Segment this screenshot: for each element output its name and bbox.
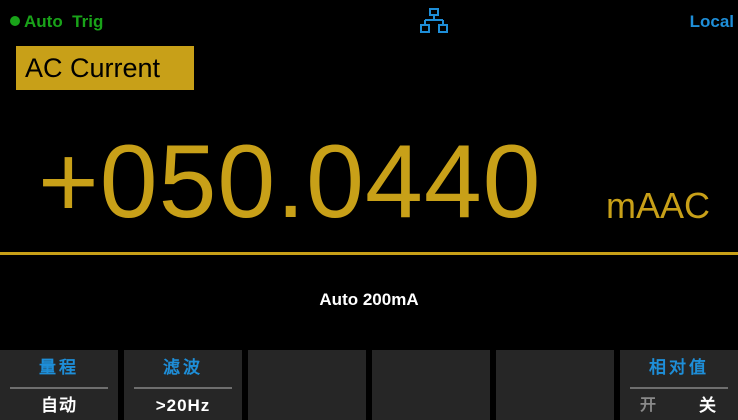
network-icon	[420, 8, 448, 33]
softkey-divider	[134, 387, 232, 389]
divider-line	[0, 252, 738, 255]
relative-on-option: 开	[640, 397, 657, 414]
main-reading: +050.0440	[38, 124, 542, 240]
softkey-range-title: 量程	[39, 358, 79, 377]
softkey-relative-title: 相对值	[649, 358, 709, 377]
status-bar: Auto Trig Local	[0, 0, 738, 36]
relative-off-option: 关	[699, 396, 716, 415]
softkey-filter-title: 滤波	[163, 358, 203, 377]
softkey-filter[interactable]: 滤波 >20Hz	[124, 350, 242, 420]
softkey-filter-value: >20Hz	[155, 396, 211, 415]
softkey-range[interactable]: 量程 自动	[0, 350, 118, 420]
softkey-divider	[630, 387, 728, 389]
trigger-mode-label: Auto Trig	[24, 12, 104, 31]
softkey-empty-4[interactable]	[372, 350, 490, 420]
softkey-divider	[10, 387, 108, 389]
measurement-function-label: AC Current	[16, 46, 194, 90]
trigger-indicator-icon	[10, 16, 20, 26]
softkey-range-value: 自动	[41, 396, 77, 415]
softkey-relative[interactable]: 相对值 开 关	[620, 350, 738, 420]
softkey-empty-3[interactable]	[248, 350, 366, 420]
reading-unit: mAAC	[606, 185, 711, 226]
remote-status-label: Local	[689, 12, 734, 31]
range-info: Auto 200mA	[319, 290, 419, 309]
softkey-empty-5[interactable]	[496, 350, 614, 420]
softkey-bar: 量程 自动 滤波 >20Hz 相对值 开 关	[0, 350, 738, 420]
